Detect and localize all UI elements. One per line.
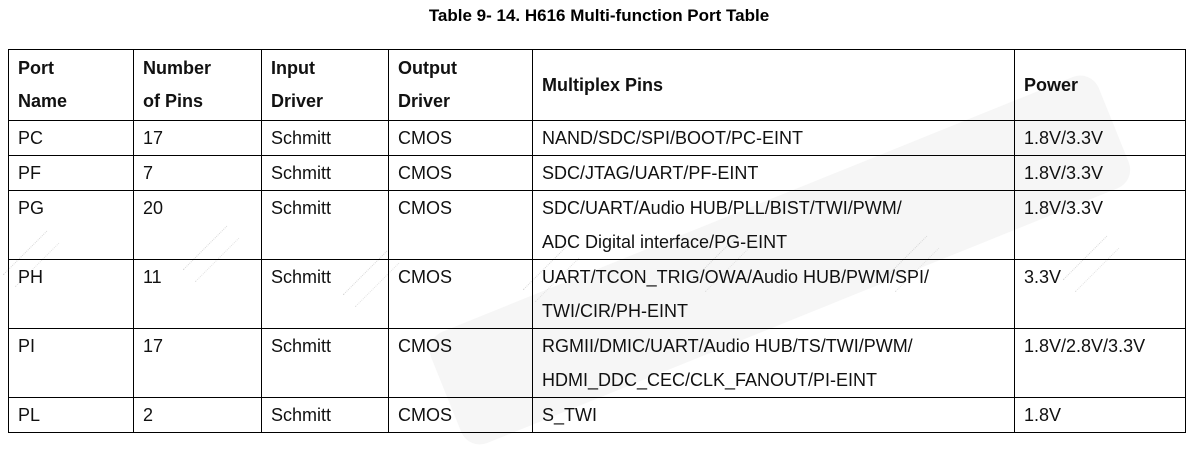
header-port-name: Port Name [8,49,134,121]
pin-count-cell: 7 [133,155,262,191]
multiplex-pins-cell: NAND/SDC/SPI/BOOT/PC-EINT [532,120,1015,156]
input-driver-cell: Schmitt [261,155,389,191]
port-name-cell: PI [8,328,134,398]
header-power: Power [1014,49,1186,121]
pin-count-cell: 2 [133,397,262,433]
header-row: Port Name Number of Pins Input Driver Ou… [8,49,1186,121]
pin-count-cell: 11 [133,259,262,329]
power-cell: 3.3V [1014,259,1186,329]
multiplex-pins-cell: UART/TCON_TRIG/OWA/Audio HUB/PWM/SPI/TWI… [532,259,1015,329]
table-row: PH 11 Schmitt CMOS UART/TCON_TRIG/OWA/Au… [8,259,1186,329]
multiplex-pins-cell: SDC/JTAG/UART/PF-EINT [532,155,1015,191]
table-row: PF 7 Schmitt CMOS SDC/JTAG/UART/PF-EINT … [8,155,1186,191]
port-name-cell: PH [8,259,134,329]
header-input-driver: Input Driver [261,49,389,121]
port-name-cell: PG [8,190,134,260]
output-driver-cell: CMOS [388,155,533,191]
power-cell: 1.8V/2.8V/3.3V [1014,328,1186,398]
power-cell: 1.8V/3.3V [1014,120,1186,156]
input-driver-cell: Schmitt [261,120,389,156]
power-cell: 1.8V/3.3V [1014,190,1186,260]
multiplex-pins-cell: S_TWI [532,397,1015,433]
table-row: PG 20 Schmitt CMOS SDC/UART/Audio HUB/PL… [8,190,1186,260]
output-driver-cell: CMOS [388,328,533,398]
header-number-of-pins: Number of Pins [133,49,262,121]
output-driver-cell: CMOS [388,397,533,433]
port-name-cell: PC [8,120,134,156]
multiplex-pins-cell: SDC/UART/Audio HUB/PLL/BIST/TWI/PWM/ADC … [532,190,1015,260]
header-output-driver: Output Driver [388,49,533,121]
output-driver-cell: CMOS [388,120,533,156]
table-row: PL 2 Schmitt CMOS S_TWI 1.8V [8,397,1186,433]
power-cell: 1.8V [1014,397,1186,433]
pin-count-cell: 17 [133,328,262,398]
pin-count-cell: 20 [133,190,262,260]
port-name-cell: PF [8,155,134,191]
input-driver-cell: Schmitt [261,328,389,398]
table-row: PI 17 Schmitt CMOS RGMII/DMIC/UART/Audio… [8,328,1186,398]
port-name-cell: PL [8,397,134,433]
output-driver-cell: CMOS [388,259,533,329]
multiplex-pins-cell: RGMII/DMIC/UART/Audio HUB/TS/TWI/PWM/HDM… [532,328,1015,398]
header-multiplex-pins: Multiplex Pins [532,49,1015,121]
table-caption: Table 9- 14. H616 Multi-function Port Ta… [428,6,770,25]
table-row: PC 17 Schmitt CMOS NAND/SDC/SPI/BOOT/PC-… [8,120,1186,156]
multi-function-port-table: Port Name Number of Pins Input Driver Ou… [8,49,1186,433]
pin-count-cell: 17 [133,120,262,156]
power-cell: 1.8V/3.3V [1014,155,1186,191]
output-driver-cell: CMOS [388,190,533,260]
input-driver-cell: Schmitt [261,397,389,433]
input-driver-cell: Schmitt [261,190,389,260]
input-driver-cell: Schmitt [261,259,389,329]
